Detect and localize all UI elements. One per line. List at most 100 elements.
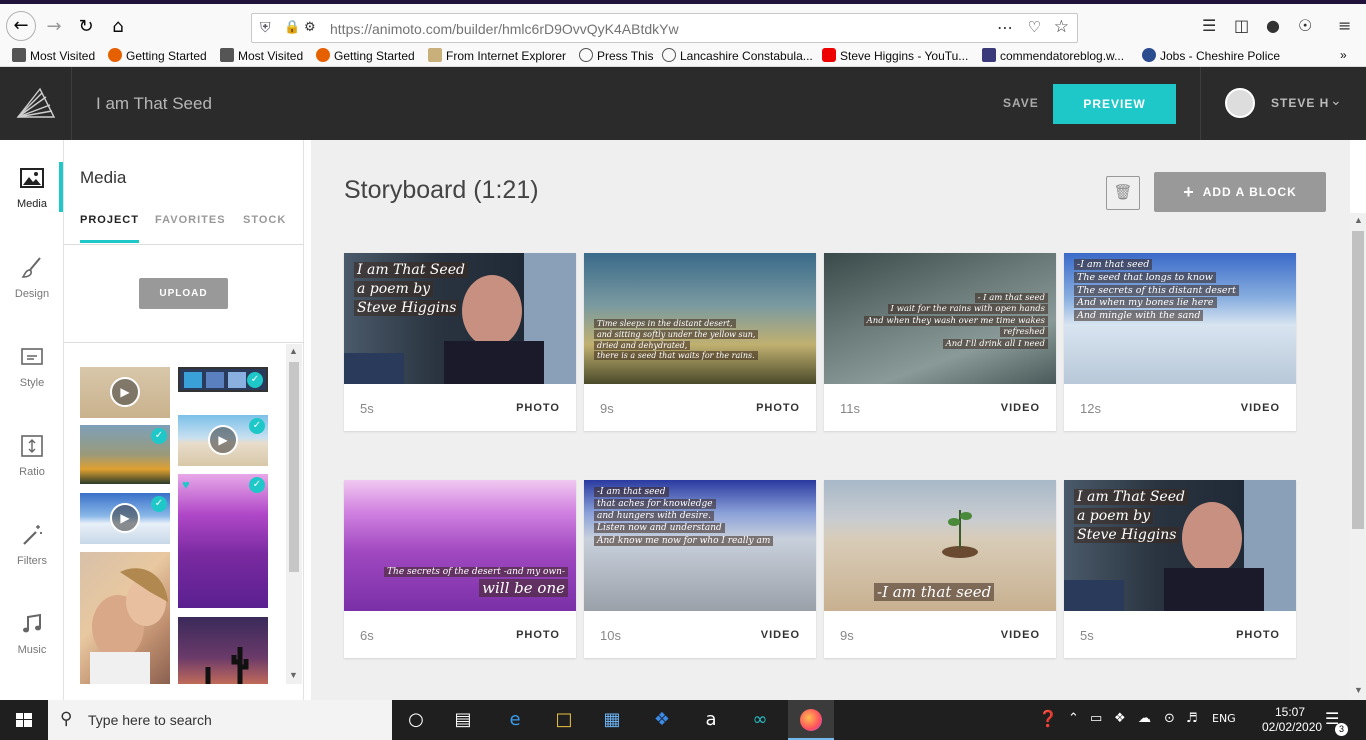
media-scrollbar[interactable]: ▲ ▼ bbox=[286, 344, 302, 684]
tab-favorites[interactable]: FAVORITES bbox=[155, 214, 226, 226]
taskbar-search[interactable]: ⚲ Type here to search bbox=[48, 700, 392, 740]
nav-item-style[interactable]: Style bbox=[0, 345, 64, 415]
help-icon[interactable]: ❓ bbox=[1038, 709, 1058, 728]
bookmark-item[interactable]: Most Visited bbox=[220, 48, 303, 63]
project-title[interactable]: I am That Seed bbox=[96, 94, 212, 114]
bookmark-item[interactable]: Steve Higgins - YouTu... bbox=[822, 48, 968, 63]
nav-item-filters[interactable]: Filters bbox=[0, 523, 64, 593]
store-icon[interactable]: ▦ bbox=[598, 706, 626, 734]
pocket-icon[interactable]: ♡ bbox=[1028, 18, 1041, 36]
trash-icon[interactable]: 🗑 bbox=[1106, 176, 1140, 210]
hamburger-menu-icon[interactable]: ≡ bbox=[1338, 16, 1351, 35]
block-preview: -I am that seed bbox=[824, 480, 1056, 611]
storyboard-block[interactable]: The secrets of the desert -and my own- w… bbox=[344, 480, 576, 658]
avatar[interactable] bbox=[1225, 88, 1255, 118]
firefox-icon[interactable] bbox=[797, 706, 825, 734]
bookmark-item[interactable]: Lancashire Constabula... bbox=[662, 48, 813, 63]
cortana-icon[interactable]: ○ bbox=[402, 706, 430, 734]
nav-item-design[interactable]: Design bbox=[0, 256, 64, 326]
media-thumbnail[interactable]: ▶ ✓ bbox=[80, 493, 170, 544]
extension-pin-icon[interactable]: ☉ bbox=[1298, 16, 1312, 35]
arduino-icon[interactable]: ∞ bbox=[746, 706, 774, 734]
reload-icon[interactable]: ↻ bbox=[72, 13, 100, 41]
bookmark-item[interactable]: From Internet Explorer bbox=[428, 48, 566, 63]
storyboard: Storyboard (1:21) 🗑 + ADD A BLOCK I am Th… bbox=[311, 140, 1350, 700]
account-icon[interactable]: ● bbox=[1266, 16, 1280, 35]
bookmark-item[interactable]: Press This bbox=[579, 48, 653, 63]
lock-icon[interactable]: 🔒 bbox=[284, 19, 300, 35]
edge-icon[interactable]: e bbox=[501, 706, 529, 734]
scroll-down-icon[interactable]: ▼ bbox=[289, 670, 298, 680]
media-thumbnail[interactable]: ▶ bbox=[80, 367, 170, 418]
caption-line: And mingle with the sand bbox=[1074, 310, 1204, 322]
windows-start-icon[interactable] bbox=[0, 700, 48, 740]
animoto-logo-icon[interactable] bbox=[0, 67, 72, 140]
tab-stock[interactable]: STOCK bbox=[243, 214, 286, 226]
tray-chevron-icon[interactable]: ⌃ bbox=[1068, 711, 1079, 726]
dropbox-icon[interactable]: ❖ bbox=[648, 706, 676, 734]
bookmarks-overflow-icon[interactable]: » bbox=[1340, 48, 1347, 62]
caption-line: The seed that longs to know bbox=[1074, 271, 1216, 283]
language-indicator[interactable]: ENG bbox=[1212, 712, 1236, 725]
storyboard-block[interactable]: -I am that seed that aches for knowledge… bbox=[584, 480, 816, 658]
tab-active-underline bbox=[80, 240, 139, 243]
scroll-up-icon[interactable]: ▲ bbox=[289, 346, 298, 356]
permissions-icon[interactable]: ⚙ bbox=[304, 19, 316, 35]
file-explorer-icon[interactable]: □ bbox=[550, 706, 578, 734]
page-actions-icon[interactable]: ⋯ bbox=[997, 18, 1013, 38]
media-thumbnail[interactable]: ✓ bbox=[80, 425, 170, 484]
add-block-button[interactable]: + ADD A BLOCK bbox=[1154, 172, 1326, 212]
block-caption: Time sleeps in the distant desert, and s… bbox=[594, 319, 808, 362]
bookmark-item[interactable]: commendatoreblog.w... bbox=[982, 48, 1124, 63]
scrollbar-thumb[interactable] bbox=[289, 362, 299, 572]
bookmark-item[interactable]: Most Visited bbox=[12, 48, 95, 63]
bookmark-item[interactable]: Getting Started bbox=[316, 48, 415, 63]
clock[interactable]: 15:07 02/02/2020 bbox=[1262, 705, 1322, 735]
scrollbar-thumb[interactable] bbox=[1352, 231, 1364, 529]
bookmark-item[interactable]: Getting Started bbox=[108, 48, 207, 63]
nav-item-ratio[interactable]: Ratio bbox=[0, 434, 64, 504]
user-name[interactable]: STEVE H bbox=[1271, 96, 1329, 110]
media-thumbnail[interactable] bbox=[178, 617, 268, 684]
media-thumbnail[interactable]: ▶ ✓ bbox=[178, 415, 268, 466]
media-thumbnail[interactable]: ✓ bbox=[178, 367, 268, 392]
address-bar[interactable]: ⛨ 🔒 ⚙ https://animoto.com/builder/hmlc6r… bbox=[251, 13, 1078, 43]
volume-icon[interactable]: ♬ bbox=[1186, 711, 1198, 726]
storyboard-block[interactable]: - I am that seed I wait for the rains wi… bbox=[824, 253, 1056, 431]
amazon-icon[interactable]: a bbox=[697, 706, 725, 734]
back-arrow-icon[interactable]: ← bbox=[6, 11, 36, 41]
url-text[interactable]: https://animoto.com/builder/hmlc6rD9OvvQ… bbox=[330, 21, 679, 37]
battery-icon[interactable]: ▭ bbox=[1090, 711, 1102, 726]
scroll-down-icon[interactable]: ▼ bbox=[1354, 685, 1363, 695]
save-button[interactable]: SAVE bbox=[1003, 96, 1039, 110]
home-icon[interactable]: ⌂ bbox=[104, 13, 132, 41]
upload-button[interactable]: UPLOAD bbox=[139, 278, 228, 309]
storyboard-block[interactable]: -I am that seed 9s VIDEO bbox=[824, 480, 1056, 658]
check-icon: ✓ bbox=[247, 372, 263, 388]
thumb-detail bbox=[228, 372, 246, 388]
page-scrollbar[interactable]: ▲ ▼ bbox=[1350, 213, 1366, 700]
dropbox-tray-icon[interactable]: ❖ bbox=[1114, 711, 1126, 726]
task-view-icon[interactable]: ▤ bbox=[449, 706, 477, 734]
storyboard-block[interactable]: Time sleeps in the distant desert, and s… bbox=[584, 253, 816, 431]
wifi-icon[interactable]: ⊙ bbox=[1164, 711, 1175, 726]
tracking-shield-icon[interactable]: ⛨ bbox=[260, 19, 271, 36]
nav-item-media[interactable]: Media bbox=[0, 166, 64, 236]
storyboard-block[interactable]: I am That Seed a poem by Steve Higgins 5… bbox=[1064, 480, 1296, 658]
chevron-down-icon[interactable]: ⌄ bbox=[1330, 92, 1342, 109]
forward-arrow-icon[interactable]: → bbox=[40, 13, 68, 41]
scroll-up-icon[interactable]: ▲ bbox=[1354, 215, 1363, 225]
storyboard-block[interactable]: -I am that seed The seed that longs to k… bbox=[1064, 253, 1296, 431]
onedrive-icon[interactable]: ☁ bbox=[1138, 711, 1151, 726]
tab-project[interactable]: PROJECT bbox=[80, 214, 139, 226]
caption-line: a poem by bbox=[354, 280, 434, 297]
sidebar-icon[interactable]: ◫ bbox=[1234, 16, 1249, 35]
bookmark-item[interactable]: Jobs - Cheshire Police bbox=[1142, 48, 1280, 63]
storyboard-block[interactable]: I am That Seed a poem by Steve Higgins 5… bbox=[344, 253, 576, 431]
nav-item-music[interactable]: Music bbox=[0, 612, 64, 682]
preview-button[interactable]: PREVIEW bbox=[1053, 84, 1176, 124]
bookmark-star-icon[interactable]: ☆ bbox=[1054, 17, 1069, 37]
media-thumbnail[interactable] bbox=[80, 552, 170, 684]
library-icon[interactable]: ☰ bbox=[1202, 16, 1216, 35]
media-thumbnail[interactable]: ♥ ✓ bbox=[178, 474, 268, 608]
